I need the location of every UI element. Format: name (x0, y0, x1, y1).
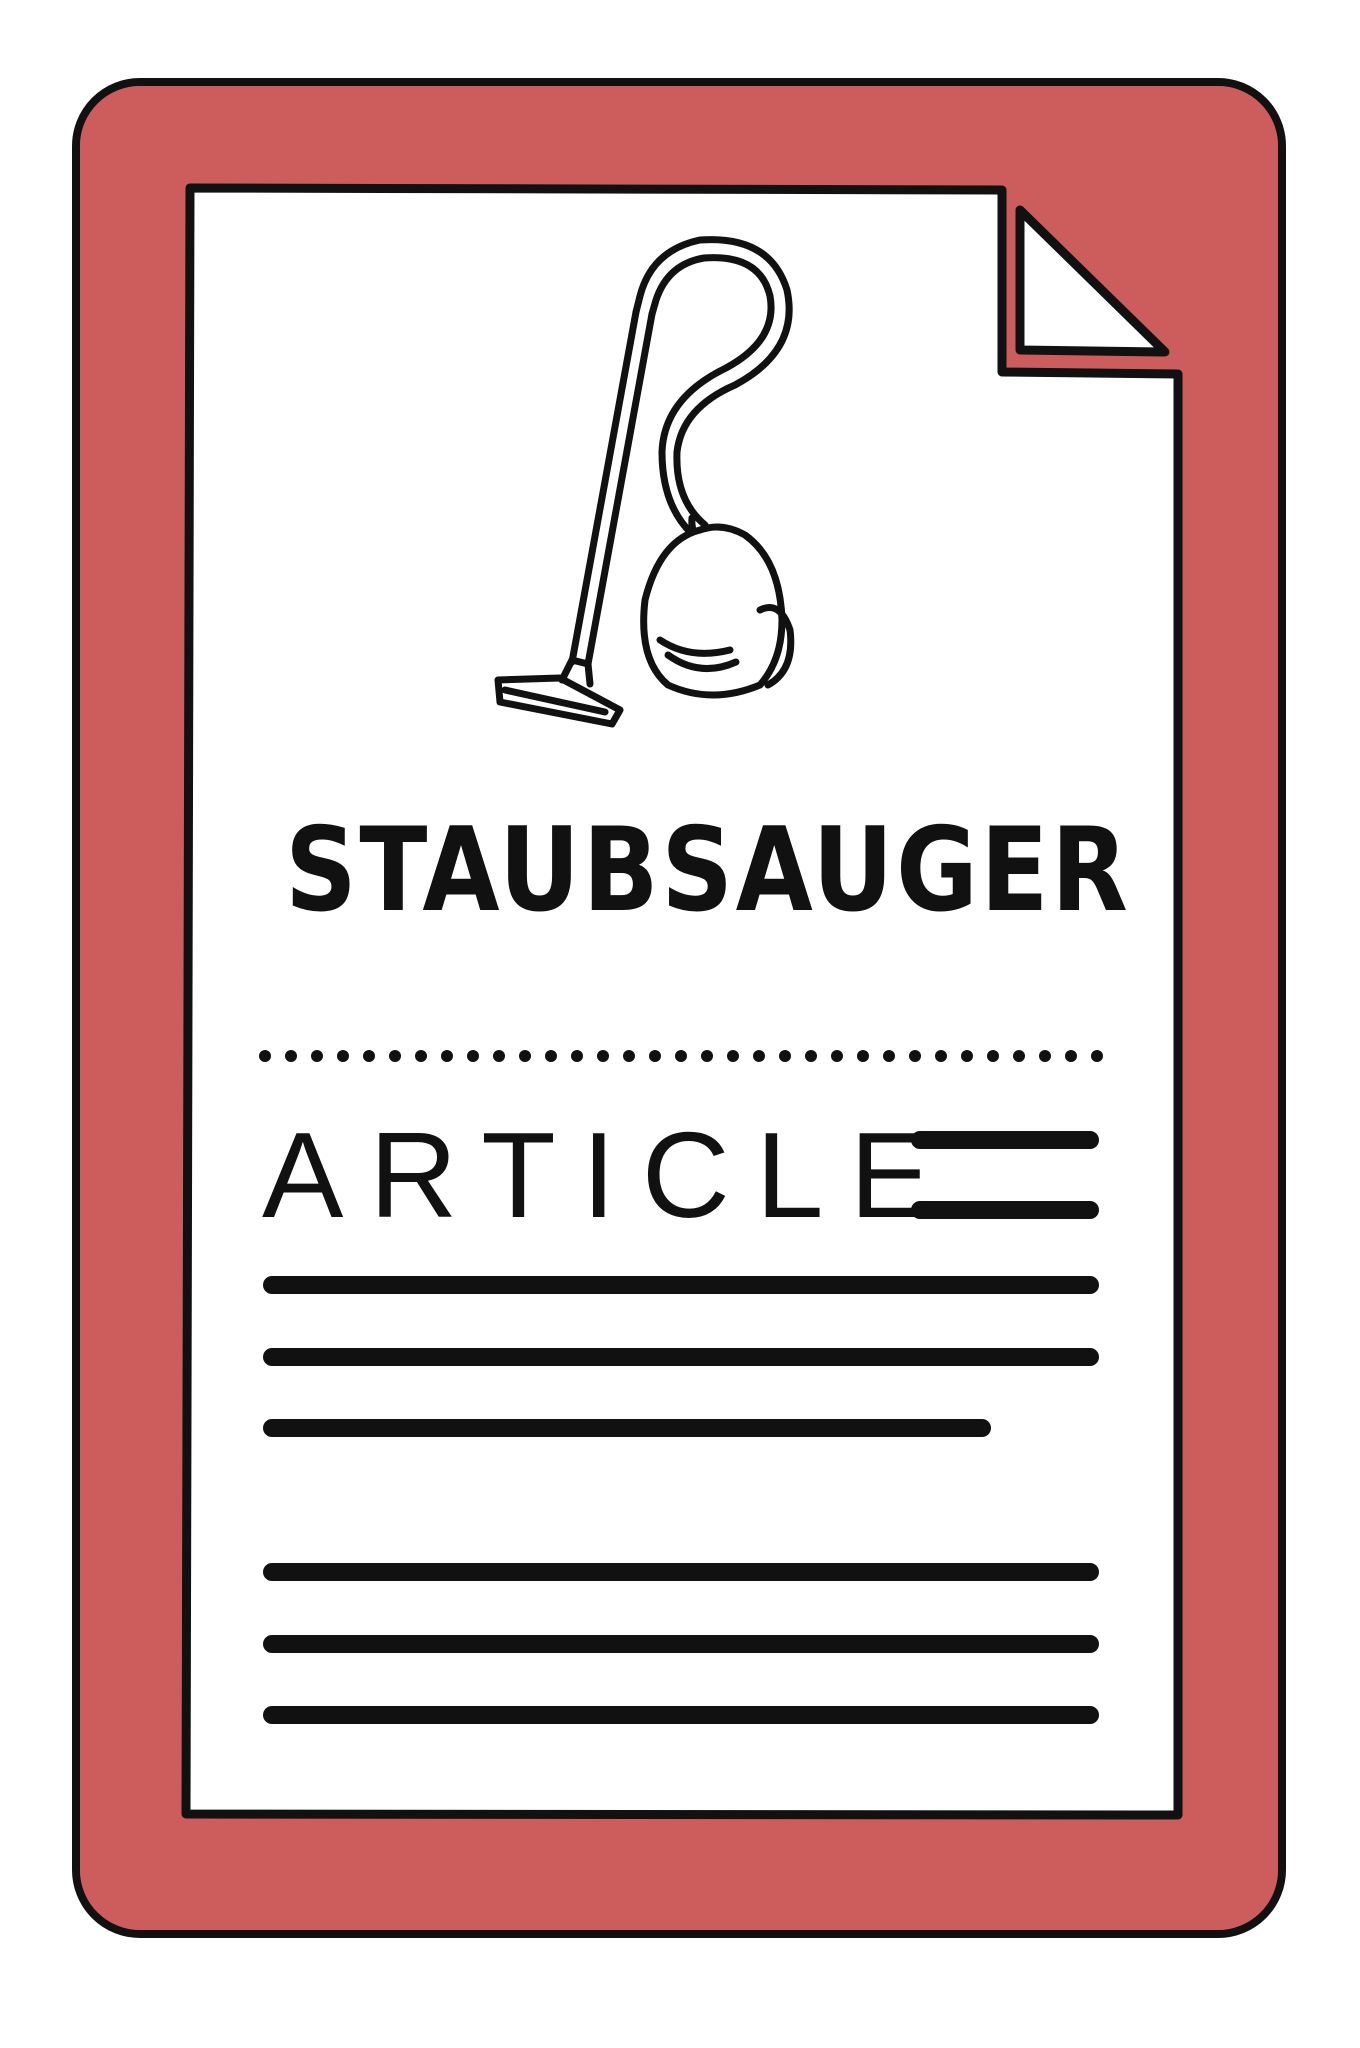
card-title: STAUBSAUGER (285, 803, 1131, 938)
document-sheet (181, 183, 1183, 1820)
folded-corner-icon (1015, 205, 1170, 357)
article-label: ARTICLE (262, 1107, 958, 1243)
